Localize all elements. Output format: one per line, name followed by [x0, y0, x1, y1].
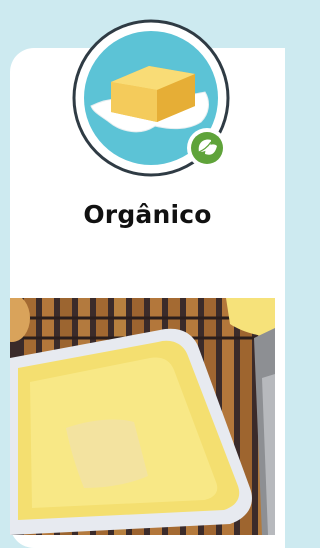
category-icon [71, 18, 231, 178]
category-title: Orgânico [83, 200, 212, 229]
butter-in-tray-photo [10, 298, 275, 535]
leaf-icon [187, 128, 227, 168]
